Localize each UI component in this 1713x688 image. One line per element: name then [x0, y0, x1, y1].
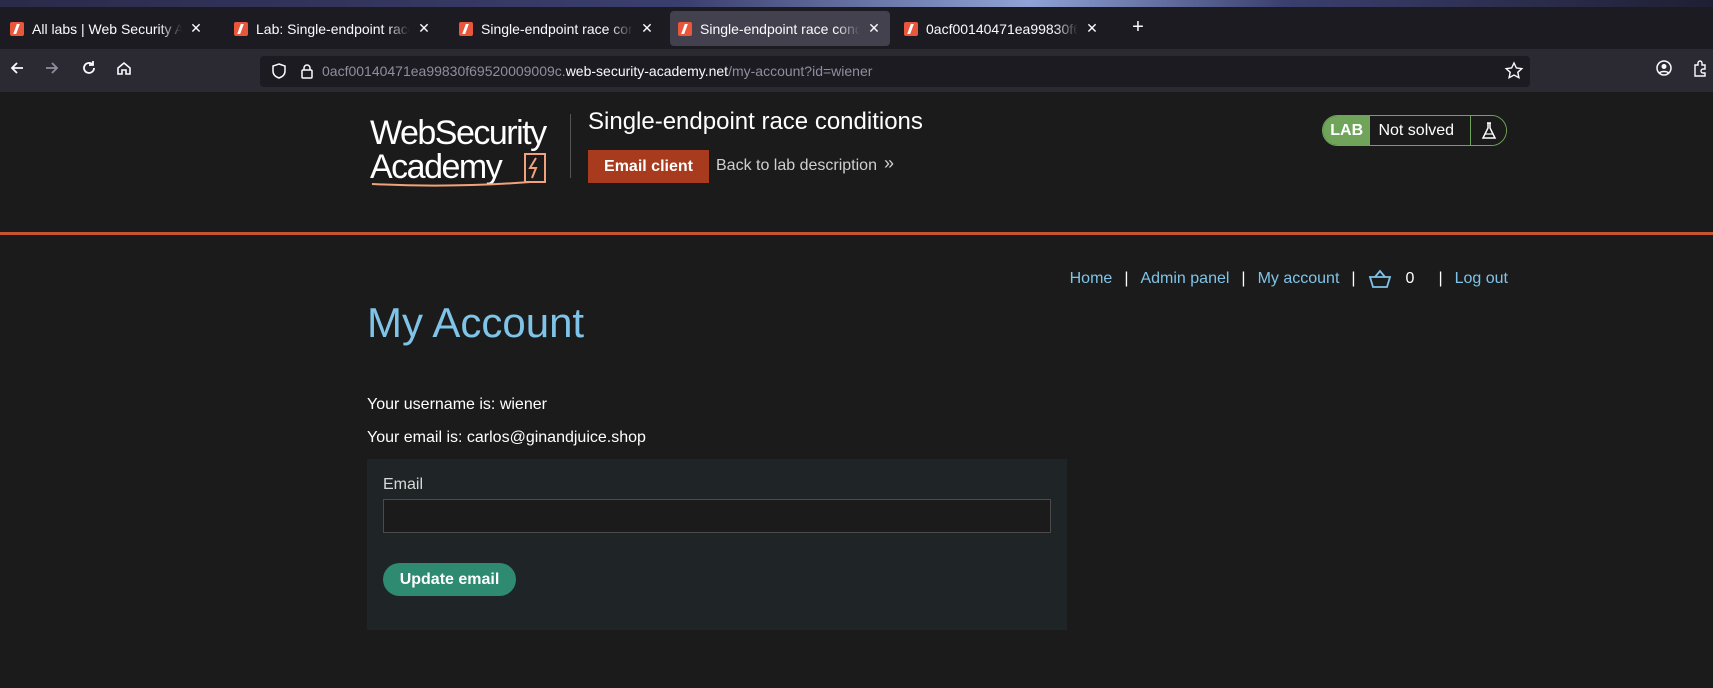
cart-link[interactable]: 0: [1368, 269, 1415, 289]
tab-lab-host[interactable]: 0acf00140471ea99830f69520009009c.web-sec…: [896, 11, 1108, 46]
tab-title: Lab: Single-endpoint race conditions: [256, 20, 410, 37]
flask-icon: [1470, 116, 1506, 145]
logo-divider: [570, 114, 571, 178]
change-email-form: Email Update email: [367, 459, 1067, 630]
tab-race-conditions-1[interactable]: Single-endpoint race conditions ✕: [451, 11, 663, 46]
home-icon[interactable]: [112, 59, 136, 83]
lock-icon[interactable]: [298, 62, 316, 80]
close-icon[interactable]: ✕: [866, 20, 882, 37]
tab-all-labs[interactable]: All labs | Web Security Academy ✕: [2, 11, 212, 46]
tab-title: 0acf00140471ea99830f69520009009c.web-sec…: [926, 20, 1078, 37]
nav-my-account-link[interactable]: My account: [1258, 270, 1340, 288]
nav-admin-panel-link[interactable]: Admin panel: [1140, 270, 1229, 288]
cart-count: 0: [1405, 270, 1415, 287]
update-email-button[interactable]: Update email: [383, 563, 516, 596]
svg-text:Academy: Academy: [370, 148, 503, 186]
nav-log-out-link[interactable]: Log out: [1455, 270, 1508, 288]
url-prefix: 0acf00140471ea99830f69520009009c.: [322, 63, 566, 79]
web-page: WebSecurity Academy Single-endpoint race…: [0, 92, 1713, 688]
email-label: Email: [383, 476, 424, 493]
url-host: web-security-academy.net: [565, 63, 729, 79]
new-tab-button[interactable]: +: [1126, 16, 1150, 39]
nav-separator: |: [1124, 270, 1129, 287]
email-field[interactable]: [383, 499, 1051, 533]
lab-badge-label: LAB: [1323, 116, 1371, 145]
lab-header: WebSecurity Academy Single-endpoint race…: [0, 92, 1713, 235]
svg-text:WebSecurity: WebSecurity: [370, 114, 547, 152]
portswigger-favicon-icon: [10, 21, 24, 36]
email-client-button[interactable]: Email client: [588, 150, 709, 183]
lab-title: Single-endpoint race conditions: [588, 108, 923, 135]
nav-separator: |: [1241, 270, 1246, 287]
tab-title: All labs | Web Security Academy: [32, 20, 182, 37]
account-icon[interactable]: [1652, 59, 1676, 83]
close-icon[interactable]: ✕: [1084, 20, 1100, 37]
username-text: Your username is: wiener: [367, 396, 547, 413]
nav-home-link[interactable]: Home: [1070, 270, 1113, 288]
browser-nav-bar: 0acf00140471ea99830f69520009009c.web-sec…: [0, 49, 1713, 92]
address-bar[interactable]: 0acf00140471ea99830f69520009009c.web-sec…: [260, 56, 1530, 87]
nav-separator: |: [1351, 270, 1356, 287]
bookmark-star-icon[interactable]: [1504, 61, 1524, 81]
email-text: Your email is: carlos@ginandjuice.shop: [367, 429, 646, 446]
reload-icon[interactable]: [77, 59, 101, 83]
close-icon[interactable]: ✕: [416, 20, 432, 37]
portswigger-favicon-icon: [904, 21, 918, 36]
portswigger-favicon-icon: [459, 21, 473, 36]
lab-status-badge: LAB Not solved: [1322, 115, 1507, 146]
shield-icon[interactable]: [270, 62, 288, 80]
tab-race-conditions-active[interactable]: Single-endpoint race conditions ✕: [670, 11, 890, 46]
close-icon[interactable]: ✕: [188, 20, 204, 37]
lab-status-text: Not solved: [1370, 116, 1471, 145]
back-arrow-icon[interactable]: [5, 59, 29, 83]
close-icon[interactable]: ✕: [639, 20, 655, 37]
back-to-lab-description-link[interactable]: Back to lab description: [716, 157, 877, 175]
browser-tab-bar: All labs | Web Security Academy ✕ Lab: S…: [0, 0, 1713, 49]
url-text[interactable]: 0acf00140471ea99830f69520009009c.web-sec…: [322, 63, 872, 79]
page-title: My Account: [367, 299, 585, 346]
double-chevron-right-icon: »: [884, 153, 895, 173]
forward-arrow-icon[interactable]: [40, 59, 64, 83]
site-nav: Home | Admin panel | My account | 0 | Lo…: [1070, 269, 1508, 289]
tab-title: Single-endpoint race conditions: [700, 20, 860, 37]
tab-lab-description[interactable]: Lab: Single-endpoint race conditions ✕: [226, 11, 440, 46]
nav-separator: |: [1438, 270, 1443, 287]
web-security-academy-logo[interactable]: WebSecurity Academy: [370, 112, 570, 192]
tab-title: Single-endpoint race conditions: [481, 20, 633, 37]
portswigger-favicon-icon: [678, 21, 692, 36]
extensions-icon[interactable]: [1688, 59, 1712, 83]
basket-icon: [1368, 269, 1391, 288]
portswigger-favicon-icon: [234, 21, 248, 36]
window-titlebar-strip: [0, 0, 1713, 7]
url-path: /my-account?id=wiener: [728, 63, 873, 79]
